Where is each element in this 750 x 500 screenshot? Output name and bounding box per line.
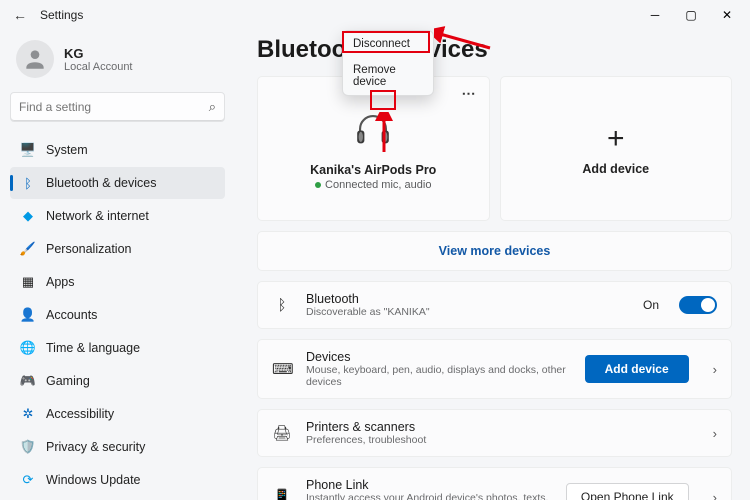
maximize-button[interactable]: ▢ xyxy=(682,8,700,22)
wifi-icon: ◆ xyxy=(20,208,36,224)
brush-icon: 🖌️ xyxy=(20,241,36,257)
system-icon: 🖥️ xyxy=(20,142,36,158)
back-button[interactable]: ← xyxy=(8,7,32,23)
user-name: KG xyxy=(64,46,133,61)
devices-sub: Mouse, keyboard, pen, audio, displays an… xyxy=(306,364,571,388)
nav-update[interactable]: ⟳Windows Update xyxy=(10,464,225,496)
view-more-devices[interactable]: View more devices xyxy=(257,231,732,271)
main-content: Bluetooth & devices ⋯ Kanika's AirPods P… xyxy=(235,30,750,500)
shield-icon: 🛡️ xyxy=(20,439,36,455)
bluetooth-row[interactable]: ᛒ Bluetooth Discoverable as "KANIKA" On xyxy=(257,281,732,329)
bluetooth-row-icon: ᛒ xyxy=(272,297,292,314)
clock-icon: 🌐 xyxy=(20,340,36,356)
update-icon: ⟳ xyxy=(20,472,36,488)
bluetooth-sub: Discoverable as "KANIKA" xyxy=(306,306,629,318)
bluetooth-state: On xyxy=(643,298,659,312)
headphones-icon xyxy=(350,106,396,157)
add-device-label: Add device xyxy=(582,162,649,176)
printers-sub: Preferences, troubleshoot xyxy=(306,434,699,446)
bluetooth-title: Bluetooth xyxy=(306,292,629,306)
open-phone-link-button[interactable]: Open Phone Link xyxy=(566,483,689,500)
phone-link-row[interactable]: 📱 Phone Link Instantly access your Andro… xyxy=(257,467,732,500)
nav-network[interactable]: ◆Network & internet xyxy=(10,200,225,232)
device-status: Connected mic, audio xyxy=(315,179,431,191)
phone-icon: 📱 xyxy=(272,488,292,500)
user-account: Local Account xyxy=(64,61,133,73)
devices-icon: ⌨ xyxy=(272,360,292,378)
search-icon: ⌕ xyxy=(209,99,216,115)
phone-title: Phone Link xyxy=(306,478,552,492)
apps-icon: ▦ xyxy=(20,274,36,290)
status-dot-icon xyxy=(315,182,321,188)
devices-row[interactable]: ⌨ Devices Mouse, keyboard, pen, audio, d… xyxy=(257,339,732,399)
device-name: Kanika's AirPods Pro xyxy=(310,163,436,177)
nav-privacy[interactable]: 🛡️Privacy & security xyxy=(10,431,225,463)
nav-list: 🖥️System ᛒBluetooth & devices ◆Network &… xyxy=(10,134,225,496)
device-more-button[interactable]: ⋯ xyxy=(458,83,481,104)
titlebar: ← Settings ─ ▢ ✕ xyxy=(0,0,750,30)
nav-apps[interactable]: ▦Apps xyxy=(10,266,225,298)
add-device-card[interactable]: + Add device xyxy=(500,76,733,221)
printers-title: Printers & scanners xyxy=(306,420,699,434)
nav-gaming[interactable]: 🎮Gaming xyxy=(10,365,225,397)
devices-title: Devices xyxy=(306,350,571,364)
plus-icon: + xyxy=(607,122,625,156)
phone-sub: Instantly access your Android device's p… xyxy=(306,492,552,500)
bluetooth-icon: ᛒ xyxy=(20,175,36,191)
nav-system[interactable]: 🖥️System xyxy=(10,134,225,166)
avatar-icon xyxy=(16,40,54,78)
nav-accounts[interactable]: 👤Accounts xyxy=(10,299,225,331)
sidebar: KG Local Account ⌕ 🖥️System ᛒBluetooth &… xyxy=(0,30,235,500)
minimize-button[interactable]: ─ xyxy=(646,8,664,22)
search-input[interactable] xyxy=(19,100,209,114)
nav-personalization[interactable]: 🖌️Personalization xyxy=(10,233,225,265)
device-context-menu: Disconnect Remove device xyxy=(342,30,434,96)
nav-accessibility[interactable]: ✲Accessibility xyxy=(10,398,225,430)
menu-remove-device[interactable]: Remove device xyxy=(343,57,433,95)
printers-row[interactable]: 🖨 Printers & scanners Preferences, troub… xyxy=(257,409,732,457)
add-device-button[interactable]: Add device xyxy=(585,355,689,383)
printer-icon: 🖨 xyxy=(272,424,292,442)
chevron-right-icon: › xyxy=(713,490,717,500)
accounts-icon: 👤 xyxy=(20,307,36,323)
page-heading: Bluetooth & devices xyxy=(257,30,732,76)
gaming-icon: 🎮 xyxy=(20,373,36,389)
accessibility-icon: ✲ xyxy=(20,406,36,422)
nav-bluetooth[interactable]: ᛒBluetooth & devices xyxy=(10,167,225,199)
device-card[interactable]: ⋯ Kanika's AirPods Pro Connected mic, au… xyxy=(257,76,490,221)
search-box[interactable]: ⌕ xyxy=(10,92,225,122)
profile-block[interactable]: KG Local Account xyxy=(10,36,225,92)
chevron-right-icon: › xyxy=(713,426,717,441)
menu-disconnect[interactable]: Disconnect xyxy=(343,31,433,57)
close-button[interactable]: ✕ xyxy=(718,8,736,22)
chevron-right-icon: › xyxy=(713,362,717,377)
window-title: Settings xyxy=(40,8,83,22)
nav-time[interactable]: 🌐Time & language xyxy=(10,332,225,364)
bluetooth-toggle[interactable] xyxy=(679,296,717,314)
